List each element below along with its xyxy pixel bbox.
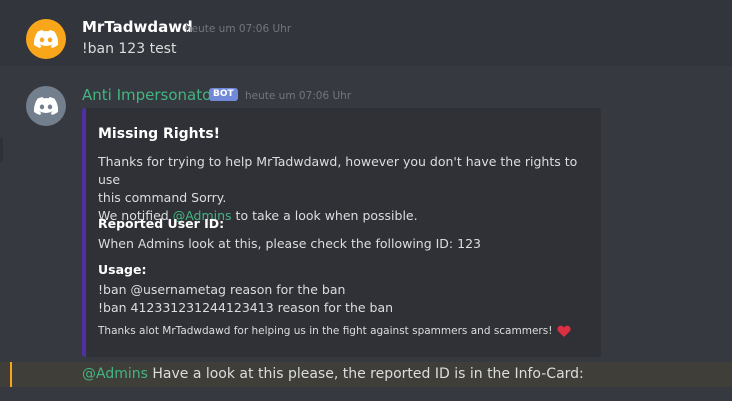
mention-highlight-row: @Admins Have a look at this please, the … [0, 362, 732, 387]
user-avatar[interactable] [26, 19, 66, 59]
red-heart-icon [557, 325, 572, 337]
bot-avatar[interactable] [26, 86, 66, 126]
embed-description-line: Thanks for trying to help MrTadwdawd, ho… [98, 154, 578, 187]
mention-message-text: Have a look at this please, the reported… [147, 366, 584, 382]
mention-indicator-bar [10, 362, 12, 387]
embed-card: Missing Rights! Thanks for trying to hel… [82, 108, 601, 357]
author-name[interactable]: MrTadwdawd [82, 18, 193, 36]
embed-footer-text: Thanks alot MrTadwdawd for helping us in… [98, 325, 553, 337]
admins-mention[interactable]: @Admins [82, 366, 148, 382]
field-value-usage: !ban @usernametag reason for the ban !ba… [98, 281, 393, 317]
mention-message: @Admins Have a look at this please, the … [82, 366, 584, 382]
scroll-edge [0, 138, 3, 162]
field-name-usage: Usage: [98, 262, 147, 277]
field-value-reported-id: When Admins look at this, please check t… [98, 236, 481, 251]
chat-view: MrTadwdawd heute um 07:06 Uhr !ban 123 t… [0, 0, 732, 401]
message-timestamp: heute um 07:06 Uhr [245, 90, 352, 102]
embed-footer: Thanks alot MrTadwdawd for helping us in… [98, 325, 572, 337]
message-content: !ban 123 test [82, 41, 177, 57]
bot-badge: BOT [209, 88, 238, 101]
notified-suffix: to take a look when possible. [231, 208, 418, 223]
embed-title: Missing Rights! [98, 126, 221, 142]
embed-description: Thanks for trying to help MrTadwdawd, ho… [98, 153, 593, 225]
usage-line: !ban @usernametag reason for the ban [98, 282, 346, 297]
message-timestamp: heute um 07:06 Uhr [185, 23, 292, 35]
discord-logo-icon [34, 97, 58, 115]
field-name-reported-id: Reported User ID: [98, 216, 225, 231]
discord-logo-icon [34, 30, 58, 48]
message-group-user: MrTadwdawd heute um 07:06 Uhr !ban 123 t… [0, 0, 732, 66]
bot-author-name[interactable]: Anti Impersonator [82, 86, 217, 104]
usage-line: !ban 412331231244123413 reason for the b… [98, 300, 394, 315]
embed-description-line: this command Sorry. [98, 190, 227, 205]
